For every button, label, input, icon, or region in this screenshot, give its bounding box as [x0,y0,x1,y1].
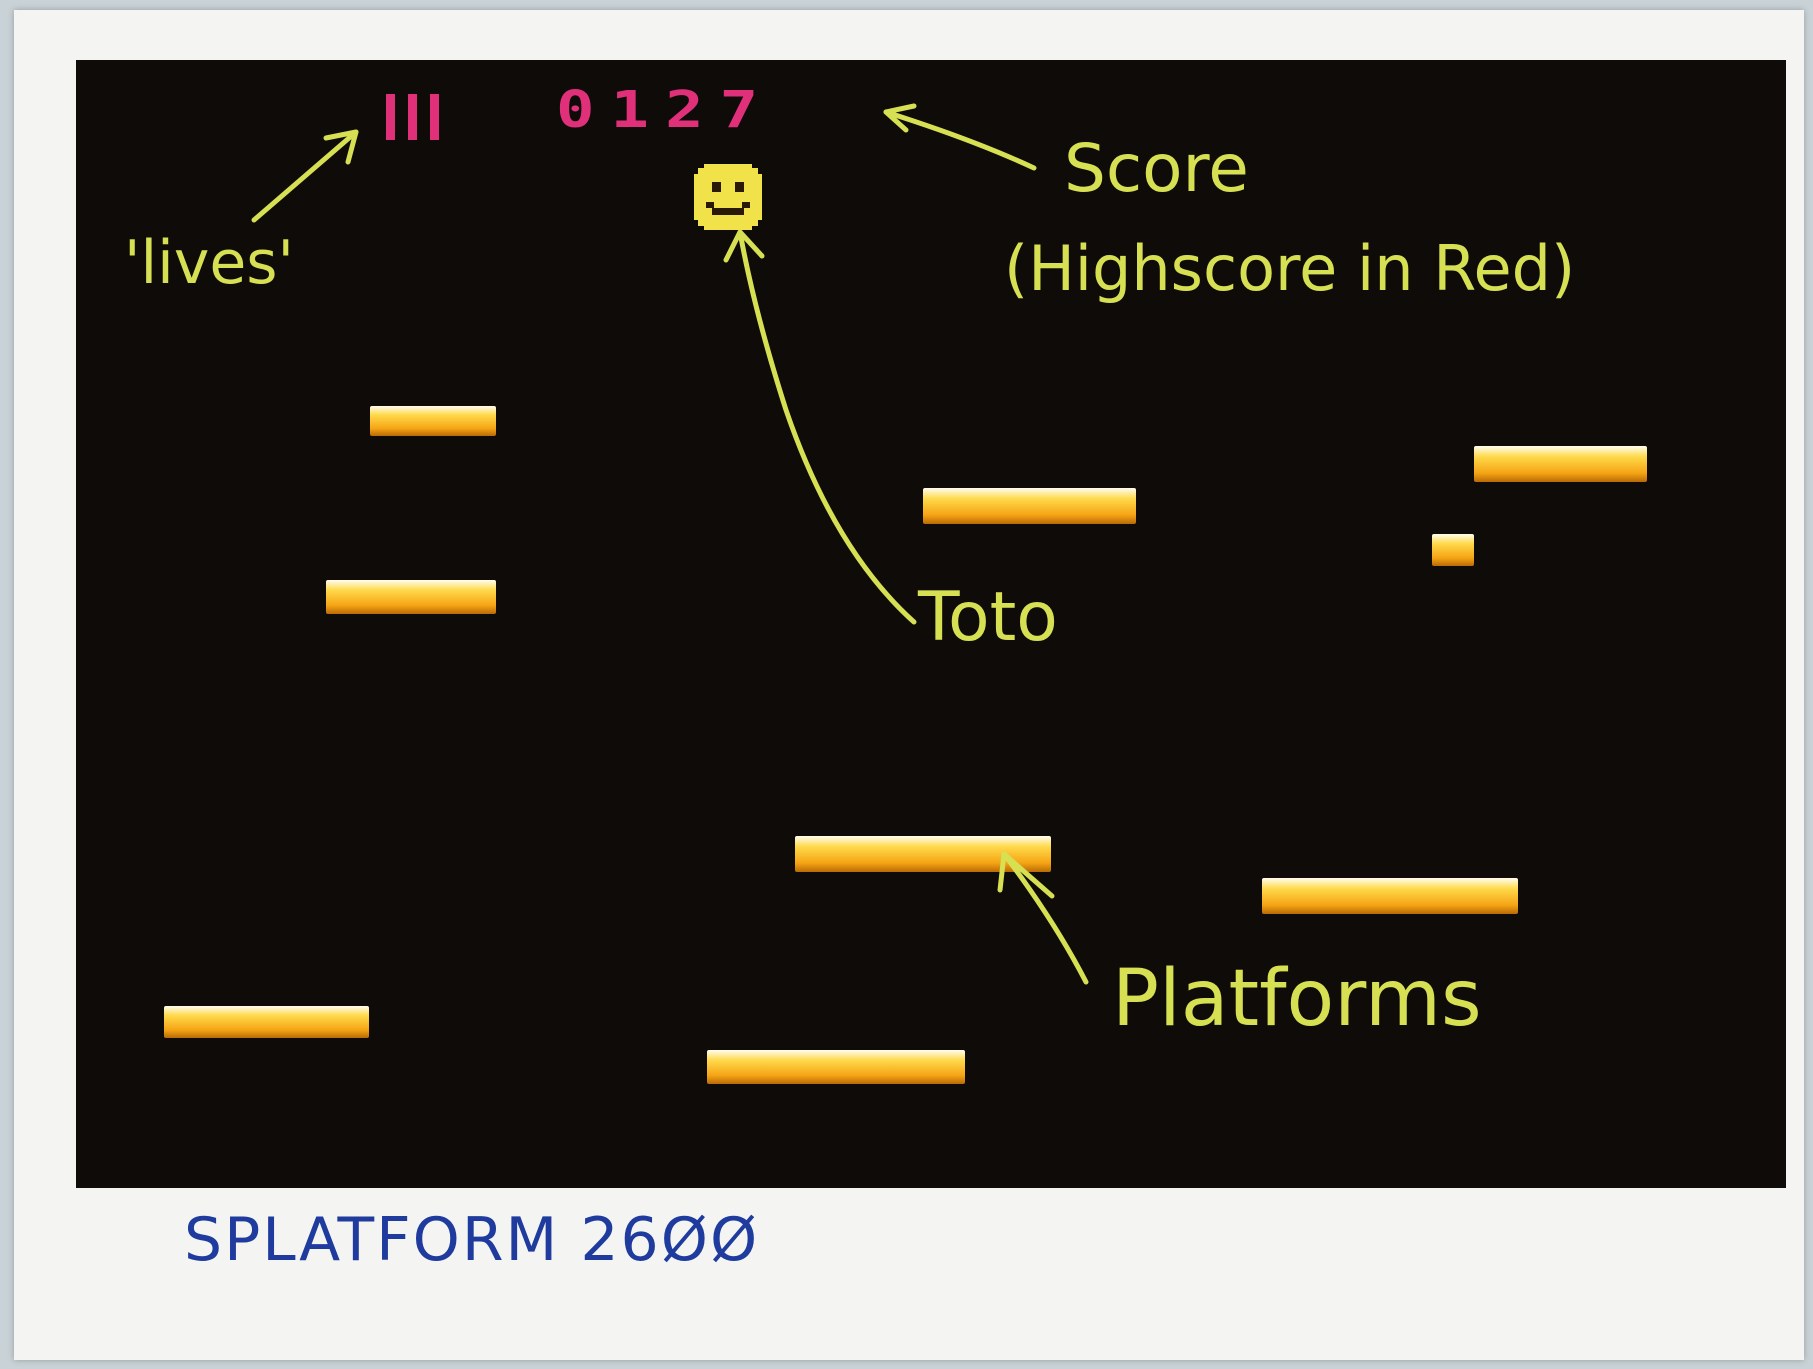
toto-annotation: Toto [918,578,1058,657]
platforms-arrowhead [997,851,1055,899]
highscore-annotation: (Highscore in Red) [1004,232,1576,305]
game-title-caption: SPLATFORM 26ØØ [184,1205,760,1275]
platforms-annotation: Platforms [1112,954,1482,1044]
score-annotation: Score [1064,130,1249,207]
photo-card: 0127 'lives' Score (Highscore in Red) To… [14,10,1804,1360]
lives-arrow [251,129,359,223]
lives-annotation: 'lives' [124,228,295,298]
annotation-arrows [251,103,1089,985]
score-arrow [883,109,1037,171]
platforms-arrow [1001,851,1089,985]
toto-arrow [737,229,917,625]
